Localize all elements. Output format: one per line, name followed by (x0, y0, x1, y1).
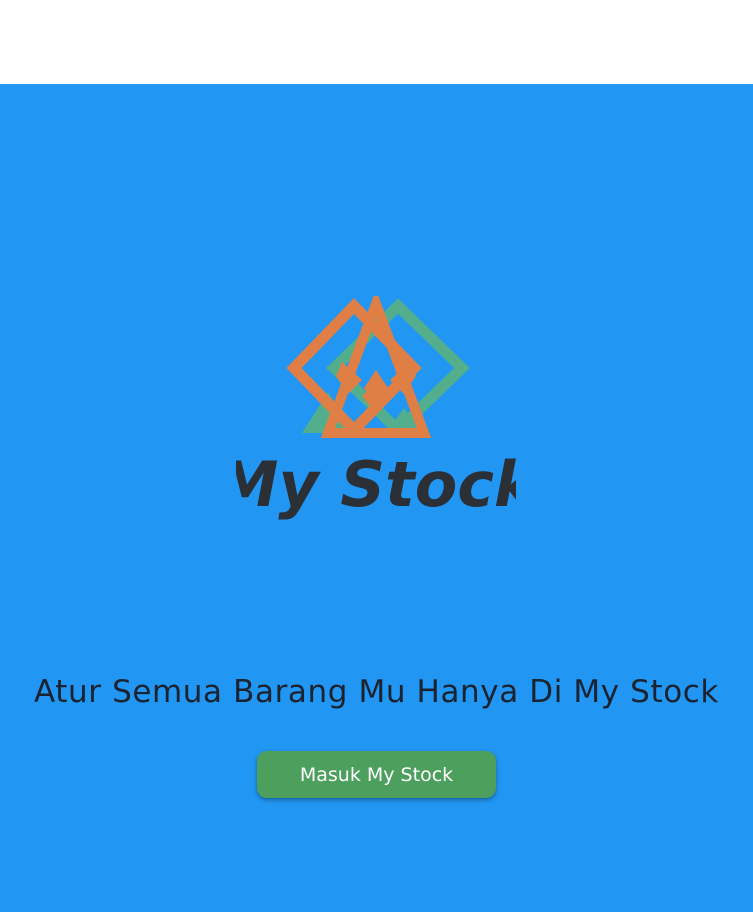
enter-my-stock-button[interactable]: Masuk My Stock (257, 751, 496, 798)
welcome-tagline: Atur Semua Barang Mu Hanya Di My Stock (34, 674, 719, 710)
welcome-screen: My Stock Atur Semua Barang Mu Hanya Di M… (0, 84, 753, 912)
my-stock-logo: My Stock (236, 296, 516, 520)
mountain-diamond-logo-icon (286, 296, 470, 438)
logo-text: My Stock (236, 448, 516, 520)
top-bar (0, 0, 753, 84)
